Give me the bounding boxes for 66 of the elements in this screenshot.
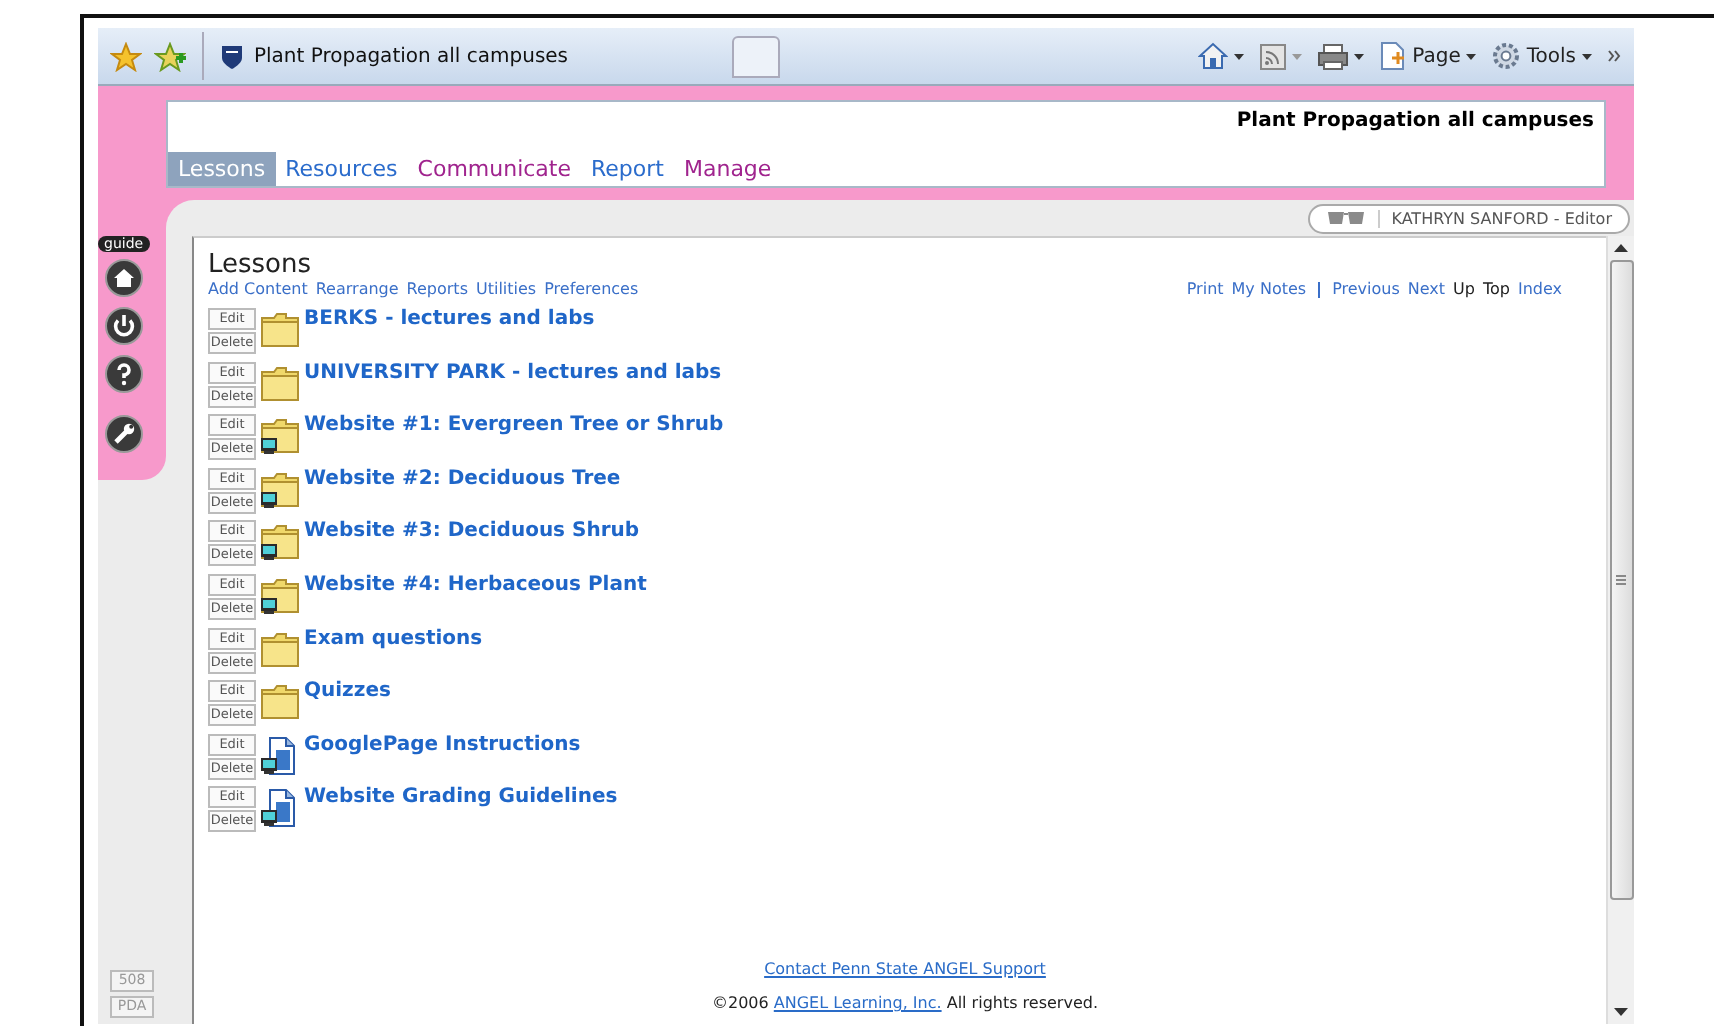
- user-name: KATHRYN SANFORD - Editor: [1377, 209, 1612, 227]
- nav-tab[interactable]: Manage: [673, 152, 782, 186]
- action-link[interactable]: Utilities: [475, 280, 537, 298]
- scrollbar[interactable]: [1606, 236, 1634, 1024]
- action-link[interactable]: Reports: [406, 280, 468, 298]
- action-link[interactable]: Add Content: [208, 280, 308, 298]
- folder-monitor-icon: [260, 575, 300, 616]
- toolbar-menu[interactable]: Tools: [1526, 45, 1576, 67]
- action-link[interactable]: Rearrange: [315, 280, 399, 298]
- nav-link[interactable]: Index: [1517, 280, 1562, 298]
- nav-link: Top: [1482, 280, 1510, 298]
- folder-icon: [260, 310, 300, 350]
- nav-link[interactable]: Next: [1407, 280, 1446, 298]
- toolbar-menu[interactable]: Page: [1412, 45, 1461, 67]
- folder-monitor-icon: [260, 469, 300, 510]
- caret-icon[interactable]: [1234, 53, 1245, 59]
- lesson-link[interactable]: Exam questions: [304, 627, 483, 650]
- document-monitor-icon: [260, 735, 300, 776]
- document-monitor-icon: [260, 788, 300, 829]
- nav-link[interactable]: Previous: [1332, 280, 1400, 298]
- nav-link: Up: [1453, 280, 1475, 298]
- page-icon[interactable]: [1380, 42, 1407, 70]
- browser-tab[interactable]: Plant Propagation all campuses: [202, 32, 660, 80]
- lesson-link[interactable]: Website #4: Herbaceous Plant: [304, 573, 647, 596]
- tab-title: Plant Propagation all campuses: [254, 45, 569, 67]
- glasses-icon: [1325, 210, 1366, 226]
- scroll-thumb[interactable]: [1609, 260, 1633, 900]
- printer-icon[interactable]: [1318, 43, 1349, 69]
- chevron-icon[interactable]: [1608, 50, 1622, 62]
- lesson-link[interactable]: Website #1: Evergreen Tree or Shrub: [304, 414, 724, 437]
- lesson-link[interactable]: Quizzes: [304, 680, 391, 703]
- nav-tab[interactable]: Report: [581, 152, 674, 186]
- folder-icon: [260, 363, 300, 404]
- lesson-link[interactable]: BERKS - lectures and labs: [304, 308, 595, 330]
- lesson-link[interactable]: UNIVERSITY PARK - lectures and labs: [304, 361, 722, 384]
- copyright-text: ©2006 ANGEL Learning, Inc. All rights reserved.: [711, 994, 1098, 1012]
- help-icon[interactable]: [104, 354, 144, 394]
- wrench-icon[interactable]: [104, 414, 144, 454]
- nav-link[interactable]: My Notes: [1231, 280, 1307, 298]
- folder-monitor-icon: [260, 522, 300, 563]
- nav-tab[interactable]: Communicate: [407, 152, 582, 186]
- feed-icon[interactable]: [1260, 43, 1287, 69]
- lesson-link[interactable]: Website #2: Deciduous Tree: [304, 467, 621, 490]
- course-title: Plant Propagation all campuses: [1236, 108, 1596, 132]
- home-icon[interactable]: [104, 258, 144, 298]
- page-heading: Lessons: [208, 250, 314, 280]
- nav-tab[interactable]: Resources: [275, 152, 408, 186]
- caret-icon[interactable]: [1466, 53, 1477, 59]
- shield-icon: [220, 43, 244, 69]
- action-link[interactable]: Preferences: [544, 280, 639, 298]
- lesson-link[interactable]: Website #3: Deciduous Shrub: [304, 520, 640, 543]
- add-favorite-icon[interactable]: [154, 41, 186, 71]
- caret-icon[interactable]: [1582, 53, 1592, 59]
- folder-monitor-icon: [260, 416, 300, 457]
- caret-icon[interactable]: [1354, 53, 1365, 59]
- home-icon[interactable]: [1198, 42, 1229, 70]
- folder-icon: [260, 682, 300, 723]
- lesson-link[interactable]: Website Grading Guidelines: [304, 786, 618, 809]
- favorites-star-icon[interactable]: [110, 41, 142, 71]
- gear-icon[interactable]: [1492, 42, 1521, 70]
- nav-link[interactable]: Print: [1186, 280, 1224, 298]
- power-icon[interactable]: [104, 306, 144, 346]
- company-link[interactable]: ANGEL Learning, Inc.: [773, 994, 942, 1012]
- folder-icon: [260, 629, 300, 670]
- lesson-link[interactable]: GooglePage Instructions: [304, 733, 581, 756]
- support-link[interactable]: Contact Penn State ANGEL Support: [764, 960, 1046, 978]
